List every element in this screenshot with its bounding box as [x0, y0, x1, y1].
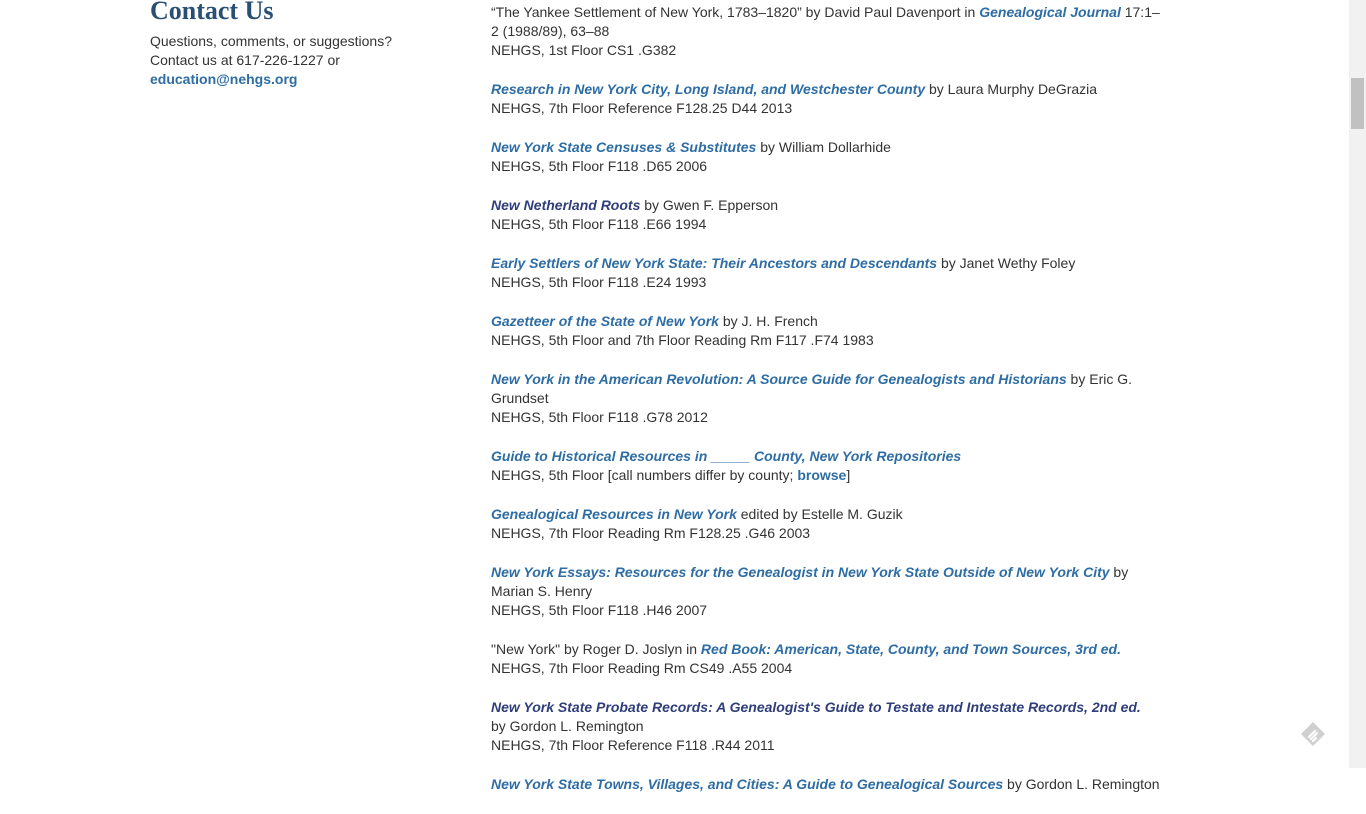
resource-title-link[interactable]: Early Settlers of New York State: Their … [491, 255, 937, 271]
call-number: NEHGS, 7th Floor Reference F118 .R44 201… [491, 737, 775, 753]
vertical-scrollbar[interactable] [1349, 0, 1366, 768]
author-text: by Janet Wethy Foley [937, 255, 1076, 271]
call-number: NEHGS, 5th Floor F118 .G78 2012 [491, 409, 708, 425]
call-number: NEHGS, 5th Floor [call numbers differ by… [491, 466, 1161, 485]
author-text: by Gordon L. Remington [491, 718, 644, 734]
resource-title-link[interactable]: Genealogical Resources in New York [491, 506, 737, 522]
list-item: New York Essays: Resources for the Genea… [491, 563, 1161, 620]
author-text: by Gwen F. Epperson [640, 197, 779, 213]
resource-title-link[interactable]: New York State Probate Records: A Geneal… [491, 699, 1141, 715]
citation-line: Guide to Historical Resources in _____ C… [491, 447, 1161, 466]
citation-line: New York State Probate Records: A Geneal… [491, 698, 1161, 717]
resource-title-link[interactable]: Red Book: American, State, County, and T… [701, 641, 1121, 657]
call-number-prefix: NEHGS, 5th Floor [call numbers differ by… [491, 467, 798, 483]
citation-line: "New York" by Roger D. Joslyn in Red Boo… [491, 640, 1161, 659]
author-text: by Gordon L. Remington [1003, 776, 1160, 792]
citation-line: New York State Censuses & Substitutes by… [491, 138, 1161, 157]
list-item: Research in New York City, Long Island, … [491, 80, 1161, 118]
citation-line: Early Settlers of New York State: Their … [491, 254, 1161, 273]
call-number: NEHGS, 7th Floor Reading Rm F128.25 .G46… [491, 525, 811, 541]
scrollbar-thumb[interactable] [1351, 78, 1364, 129]
list-item: New York State Censuses & Substitutes by… [491, 138, 1161, 176]
contact-us-heading: Contact Us [150, 0, 274, 25]
contact-email-link[interactable]: education@nehgs.org [150, 71, 297, 87]
feedly-icon[interactable] [1298, 719, 1328, 749]
resource-title-link[interactable]: New York in the American Revolution: A S… [491, 371, 1067, 387]
list-item: New York State Probate Records: A Geneal… [491, 698, 1161, 755]
resource-title-link[interactable]: New Netherland Roots [491, 197, 640, 213]
call-number: NEHGS, 1st Floor CS1 .G382 [491, 42, 677, 58]
call-number: NEHGS, 7th Floor Reading Rm CS49 .A55 20… [491, 660, 793, 676]
author-text: by J. H. French [718, 313, 818, 329]
list-item: New Netherland Roots by Gwen F. Epperson… [491, 196, 1161, 234]
citation-line: New Netherland Roots by Gwen F. Epperson [491, 196, 1161, 215]
list-item: New York State Towns, Villages, and Citi… [491, 775, 1161, 794]
list-item: Gazetteer of the State of New York by J.… [491, 312, 1161, 350]
list-item: Guide to Historical Resources in _____ C… [491, 447, 1161, 485]
call-number: NEHGS, 5th Floor F118 .E24 1993 [491, 274, 707, 290]
resource-title-link[interactable]: Guide to Historical Resources in _____ C… [491, 448, 961, 464]
author-text: by Laura Murphy DeGrazia [925, 81, 1098, 97]
list-item: Genealogical Resources in New York edite… [491, 505, 1161, 543]
resource-title-link[interactable]: Gazetteer of the State of New York [491, 313, 719, 329]
list-item: Early Settlers of New York State: Their … [491, 254, 1161, 292]
resource-list: “The Yankee Settlement of New York, 1783… [491, 3, 1161, 814]
citation-line: New York in the American Revolution: A S… [491, 370, 1161, 408]
citation-line: Gazetteer of the State of New York by J.… [491, 312, 1161, 331]
resource-title-link[interactable]: Research in New York City, Long Island, … [491, 81, 925, 97]
call-number: NEHGS, 5th Floor F118 .D65 2006 [491, 158, 708, 174]
call-number-suffix: ] [846, 467, 851, 483]
resource-title-link[interactable]: New York State Censuses & Substitutes [491, 139, 756, 155]
resource-title-link[interactable]: New York Essays: Resources for the Genea… [491, 564, 1110, 580]
contact-sidebar: Contact Us Questions, comments, or sugge… [150, 0, 450, 89]
citation-prefix: "New York" by Roger D. Joslyn in [491, 641, 701, 657]
browse-link[interactable]: browse [797, 467, 846, 483]
citation-line: “The Yankee Settlement of New York, 1783… [491, 3, 1161, 41]
resource-title-link[interactable]: New York State Towns, Villages, and Citi… [491, 776, 1003, 792]
call-number: NEHGS, 5th Floor F118 .E66 1994 [491, 216, 707, 232]
resource-title-link[interactable]: Genealogical Journal [979, 4, 1121, 20]
list-item: New York in the American Revolution: A S… [491, 370, 1161, 427]
contact-questions-text: Questions, comments, or suggestions? [150, 33, 393, 49]
citation-line: Genealogical Resources in New York edite… [491, 505, 1161, 524]
list-item: “The Yankee Settlement of New York, 1783… [491, 3, 1161, 60]
contact-phone-text: Contact us at 617-226-1227 or [150, 52, 340, 68]
citation-prefix: “The Yankee Settlement of New York, 1783… [491, 4, 980, 20]
call-number: NEHGS, 5th Floor F118 .H46 2007 [491, 602, 708, 618]
author-text: by William Dollarhide [756, 139, 891, 155]
author-text: edited by Estelle M. Guzik [736, 506, 903, 522]
citation-line: New York State Towns, Villages, and Citi… [491, 775, 1161, 794]
call-number: NEHGS, 5th Floor and 7th Floor Reading R… [491, 332, 874, 348]
citation-line: New York Essays: Resources for the Genea… [491, 563, 1161, 601]
citation-line: Research in New York City, Long Island, … [491, 80, 1161, 99]
list-item: "New York" by Roger D. Joslyn in Red Boo… [491, 640, 1161, 678]
call-number: NEHGS, 7th Floor Reference F128.25 D44 2… [491, 100, 793, 116]
